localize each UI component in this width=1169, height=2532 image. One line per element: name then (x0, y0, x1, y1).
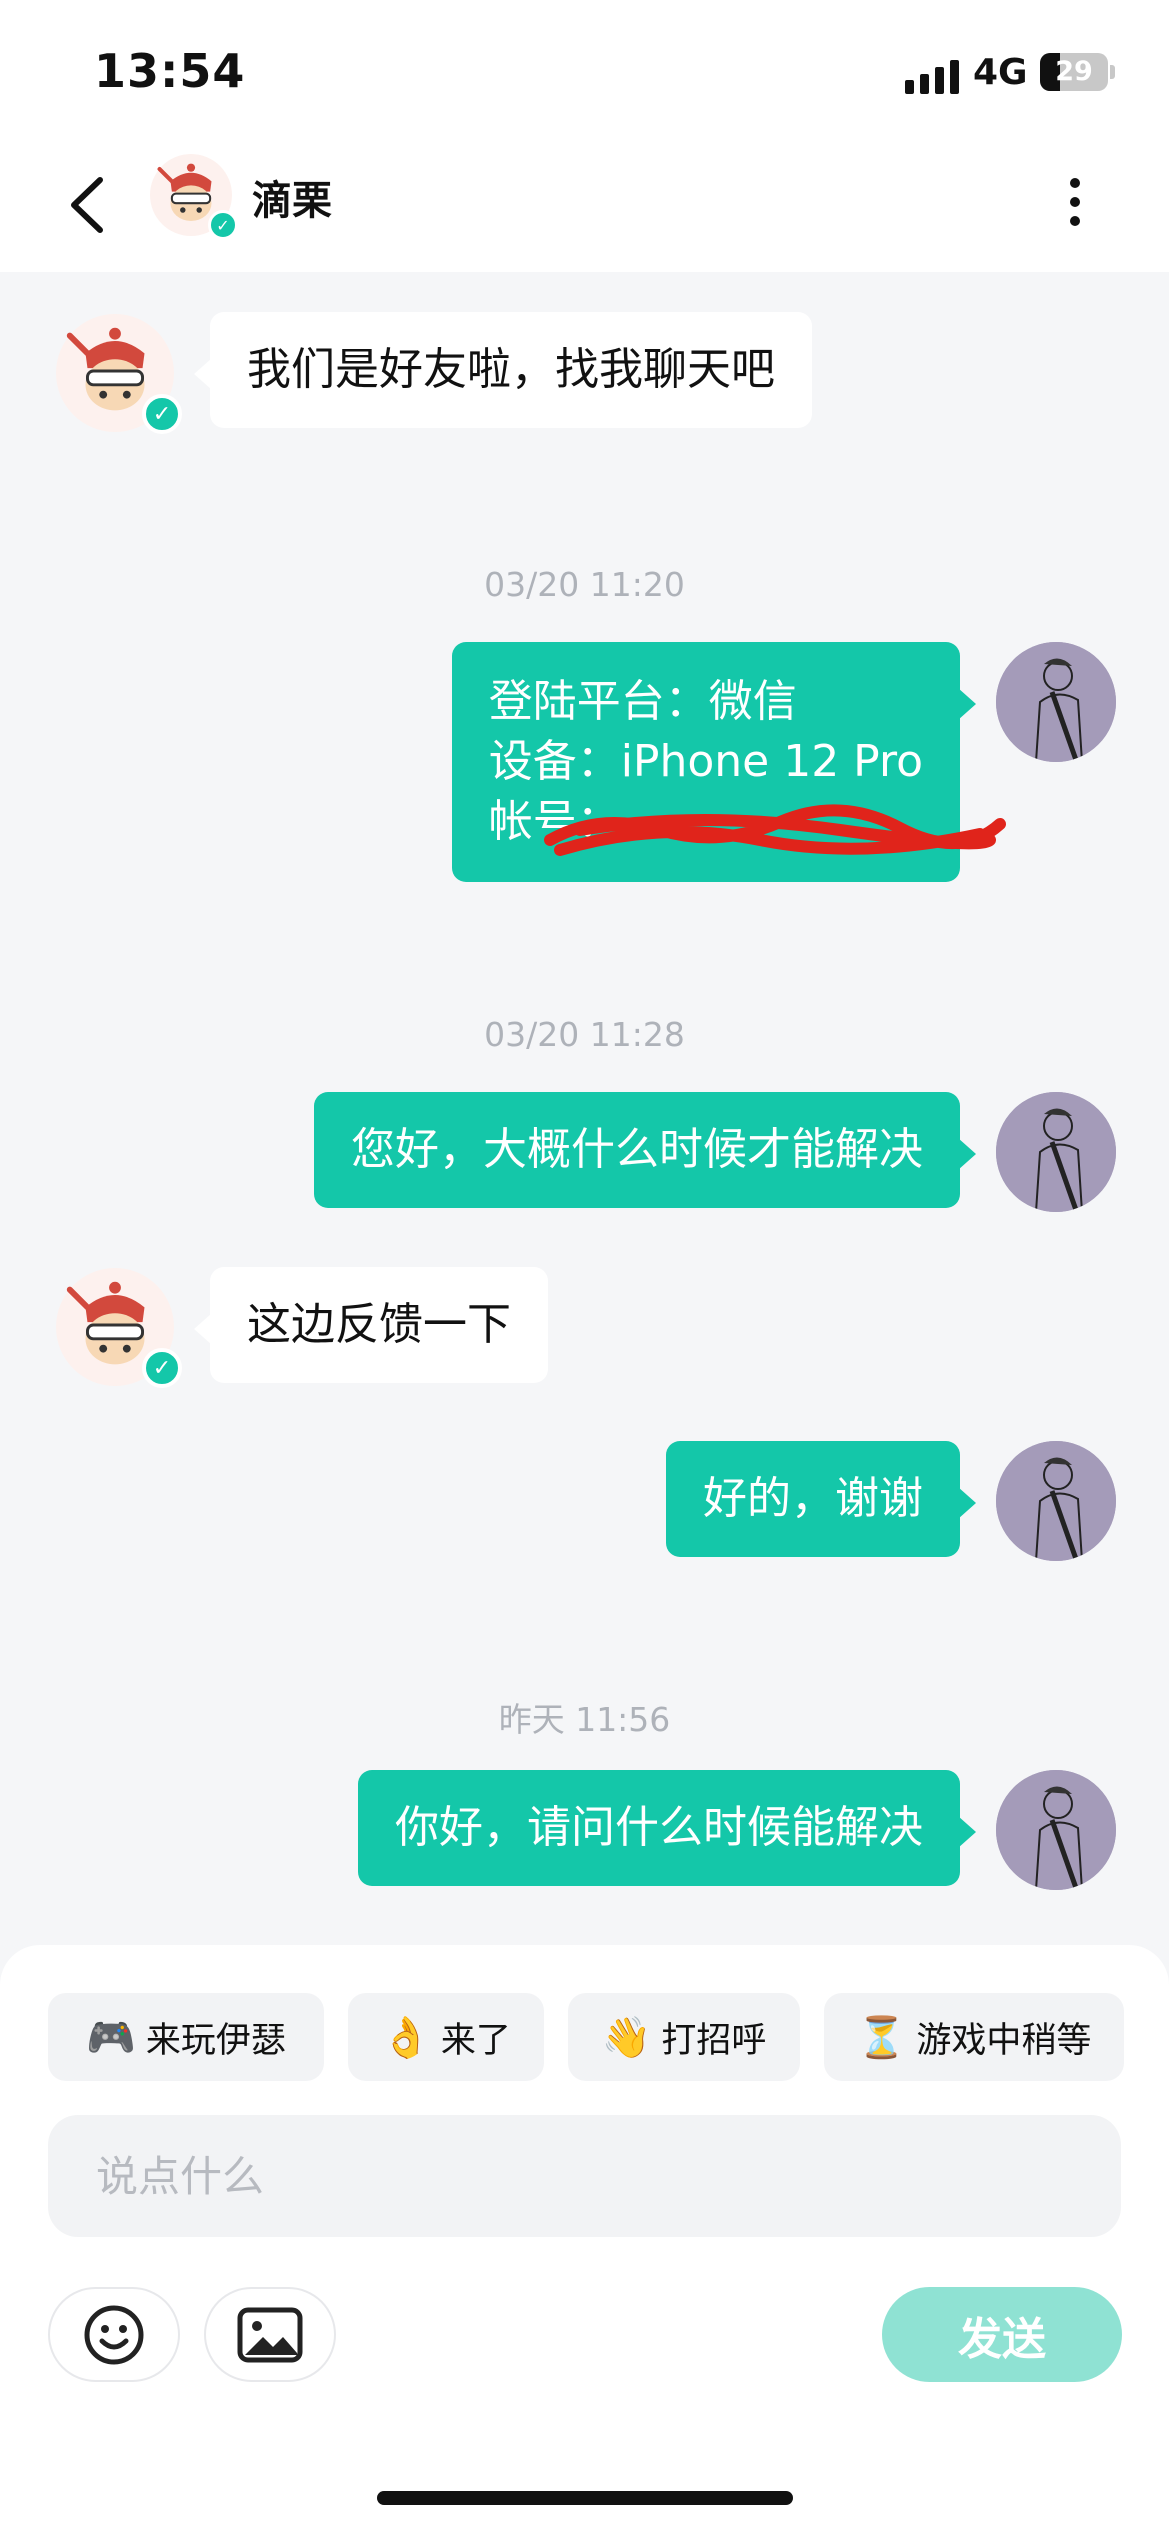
quick-reply-label: 打招呼 (661, 2020, 767, 2061)
bot-avatar[interactable]: ✓ (56, 314, 182, 434)
quick-reply-label: 游戏中稍等 (916, 2020, 1092, 2061)
image-icon (237, 2307, 303, 2362)
message-timestamp: 昨天 11:56 (498, 1700, 671, 1739)
battery-tip (1110, 65, 1115, 79)
message-bubble[interactable]: 你好，请问什么时候能解决 (358, 1770, 976, 1886)
hourglass-icon: ⏳ (856, 2014, 907, 2061)
my-avatar[interactable] (996, 1770, 1116, 1890)
redaction-scribble (544, 804, 1006, 856)
my-avatar-image (996, 1770, 1116, 1890)
quick-reply-label: 来了 (440, 2020, 511, 2061)
message-bubble[interactable]: 我们是好友啦，找我聊天吧 (194, 312, 812, 428)
send-button[interactable]: 发送 (882, 2287, 1122, 2382)
verified-icon: ✓ (142, 394, 182, 434)
quick-reply-button[interactable]: ⏳ 游戏中稍等 (824, 1993, 1124, 2081)
waving-hand-icon: 👋 (601, 2014, 652, 2061)
battery-icon: 29 (1040, 53, 1108, 91)
my-avatar[interactable] (996, 642, 1116, 762)
quick-reply-label: 来玩伊瑟 (145, 2020, 286, 2061)
status-time: 13:54 (94, 44, 246, 98)
contact-avatar[interactable]: ✓ (150, 154, 238, 240)
image-button[interactable] (204, 2287, 336, 2382)
my-avatar-image (996, 1092, 1116, 1212)
signal-icon (905, 60, 959, 94)
message-bubble[interactable]: 这边反馈一下 (194, 1267, 548, 1383)
more-button[interactable] (1060, 166, 1090, 236)
ok-hand-icon: 👌 (381, 2014, 431, 2061)
my-avatar-image (996, 642, 1116, 762)
message-bubble[interactable]: 您好，大概什么时候才能解决 (314, 1092, 976, 1208)
more-icon (1070, 178, 1080, 226)
emoji-icon (84, 2305, 144, 2364)
my-avatar[interactable] (996, 1441, 1116, 1561)
home-indicator[interactable] (377, 2491, 793, 2505)
message-timestamp: 03/20 11:28 (484, 1015, 685, 1054)
message-timestamp: 03/20 11:20 (484, 565, 685, 604)
message-bubble[interactable]: 好的，谢谢 (666, 1441, 976, 1557)
status-bar: 13:54 4G 29 (0, 0, 1169, 140)
my-avatar-image (996, 1441, 1116, 1561)
message-line: 登陆平台：微信 (488, 676, 797, 727)
contact-name: 滴栗 (252, 178, 332, 224)
battery-level: 29 (1055, 56, 1093, 87)
composer-panel: 🎮 来玩伊瑟 👌 来了 👋 打招呼 ⏳ 游戏中稍等 发送 (0, 1945, 1169, 2532)
quick-reply-button[interactable]: 🎮 来玩伊瑟 (48, 1993, 324, 2081)
quick-reply-button[interactable]: 👋 打招呼 (568, 1993, 800, 2081)
my-avatar[interactable] (996, 1092, 1116, 1212)
chat-header: ✓ 滴栗 (0, 140, 1169, 272)
verified-icon: ✓ (142, 1348, 182, 1388)
network-type: 4G (973, 52, 1028, 93)
back-button[interactable] (62, 168, 122, 238)
gamepad-icon: 🎮 (86, 2014, 136, 2061)
emoji-button[interactable] (48, 2287, 180, 2382)
back-icon (71, 177, 103, 233)
message-line: 设备：iPhone 12 Pro (488, 736, 923, 787)
quick-reply-button[interactable]: 👌 来了 (348, 1993, 544, 2081)
message-input[interactable] (48, 2115, 1121, 2237)
bot-avatar[interactable]: ✓ (56, 1268, 182, 1388)
verified-icon: ✓ (208, 210, 238, 240)
